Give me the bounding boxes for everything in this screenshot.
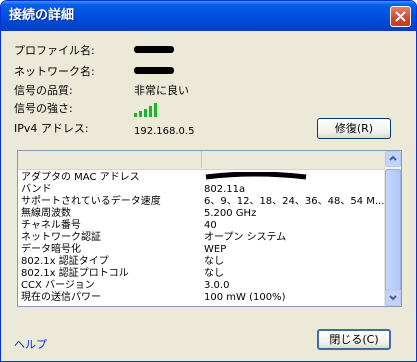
close-button[interactable]: 閉じる(C) (317, 329, 391, 350)
repair-button[interactable]: 修復(R) (317, 118, 391, 139)
ipv4-label: IPv4 アドレス: (14, 122, 89, 135)
signal-strength-icon (134, 103, 164, 117)
window-title: 接続の詳細 (9, 8, 75, 23)
list-item: アダプタの MAC アドレス (18, 172, 386, 183)
signal-quality-label: 信号の品質: (14, 84, 73, 97)
list-item: バンド 802.11a (21, 184, 246, 195)
connection-details-list[interactable]: アダプタの MAC アドレス バンド 802.11a サポートされているデータ速度… (17, 150, 402, 307)
profile-name-redacted (134, 46, 174, 53)
connection-details-window: 接続の詳細 プロファイル名: ネットワーク名: 信号の品質: 非常に良い 信号の… (0, 0, 417, 362)
chevron-down-icon (389, 295, 397, 301)
list-header-column-1[interactable] (18, 151, 202, 168)
ipv4-value: 192.168.0.5 (134, 126, 195, 137)
list-item: 無線周波数 5.200 GHz (21, 208, 257, 219)
title-bar[interactable]: 接続の詳細 (1, 1, 416, 31)
help-link[interactable]: ヘルプ (14, 336, 47, 352)
signal-quality-value: 非常に良い (134, 84, 189, 97)
network-name-label: ネットワーク名: (14, 65, 95, 78)
list-header (18, 151, 386, 170)
mac-address-redacted (205, 172, 307, 180)
list-item: ネットワーク認証 オープン システム (21, 232, 287, 243)
list-item: CCX バージョン 3.0.0 (21, 280, 230, 291)
list-item: データ暗号化 WEP (21, 244, 227, 255)
scroll-thumb[interactable] (385, 169, 401, 291)
list-item: 802.1x 認証プロトコル なし (21, 268, 224, 279)
list-item: サポートされているデータ速度 6、9、12、18、24、36、48、54 M... (21, 196, 385, 207)
profile-name-label: プロファイル名: (14, 44, 95, 57)
close-icon (395, 11, 406, 22)
scroll-up-button[interactable] (385, 151, 401, 167)
signal-strength-label: 信号の強さ: (14, 102, 73, 115)
scroll-down-button[interactable] (385, 290, 401, 306)
vertical-scrollbar[interactable] (384, 151, 401, 306)
list-item: 現在の送信パワー 100 mW (100%) (21, 292, 286, 303)
network-name-redacted (134, 67, 174, 74)
list-item: チャネル番号 40 (21, 220, 217, 231)
chevron-up-icon (389, 155, 397, 161)
close-window-button[interactable] (390, 6, 411, 27)
list-item: 802.1x 認証タイプ なし (21, 256, 224, 267)
